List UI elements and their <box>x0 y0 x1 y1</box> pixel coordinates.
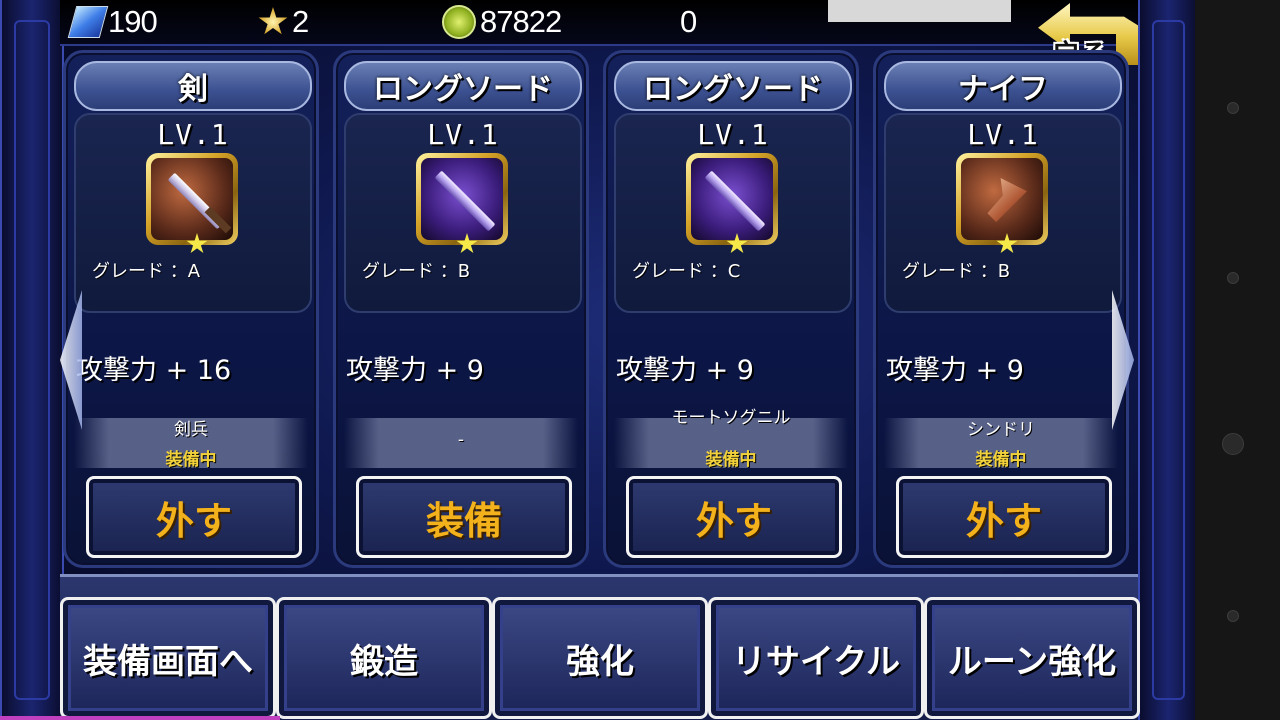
longsword-icon <box>691 158 773 240</box>
card-grade: グレード ：A <box>92 261 201 282</box>
gem-counter: 190 <box>67 2 158 42</box>
card-title: ナイフ <box>884 61 1122 111</box>
home-button-icon[interactable] <box>1222 433 1244 455</box>
card-level: LV.1 <box>427 118 499 151</box>
system-nav-bar <box>1195 0 1280 720</box>
left-frame-ornament <box>0 0 64 720</box>
divider <box>0 716 280 720</box>
equipment-card[interactable]: ロングソード LV.1 グレード ：B 攻撃力 + 9 - 装備 <box>333 50 589 568</box>
item-icon-frame <box>146 153 238 245</box>
card-attack: 攻撃力 + 9 <box>616 355 754 386</box>
coin-counter: 87822 <box>442 2 562 42</box>
owner-band: - <box>344 418 578 468</box>
card-info-panel: LV.1 グレード ：A <box>74 113 312 313</box>
card-info-panel: LV.1 グレード ：B <box>884 113 1122 313</box>
card-grade: グレード ：B <box>362 261 471 282</box>
card-info-panel: LV.1 グレード ：C <box>614 113 852 313</box>
card-attack: 攻撃力 + 16 <box>76 355 232 386</box>
card-attack: 攻撃力 + 9 <box>346 355 484 386</box>
owner-name: シンドリ <box>967 420 1035 440</box>
owner-name: 剣兵 <box>174 420 208 440</box>
item-icon-frame <box>416 153 508 245</box>
card-grade: グレード ：B <box>902 261 1011 282</box>
equip-status: 装備中 <box>705 450 757 470</box>
coin-count: 87822 <box>480 4 562 39</box>
item-icon-frame <box>686 153 778 245</box>
card-info-panel: LV.1 グレード ：B <box>344 113 582 313</box>
equipment-card[interactable]: ナイフ LV.1 グレード ：B 攻撃力 + 9 シンドリ 装備中 外す <box>873 50 1129 568</box>
overlay-box <box>828 0 1011 22</box>
card-title: ロングソード <box>614 61 852 111</box>
owner-name: - <box>457 430 465 450</box>
nav-dot-icon <box>1227 272 1239 284</box>
equip-status: 装備中 <box>165 450 217 470</box>
extra-count: 0 <box>680 4 697 39</box>
unequip-button[interactable]: 外す <box>626 476 842 558</box>
knife-icon <box>961 158 1043 240</box>
forge-button[interactable]: 鍛造 <box>276 597 492 719</box>
card-title: ロングソード <box>344 61 582 111</box>
nav-dot-icon <box>1227 102 1239 114</box>
equipment-screen-button[interactable]: 装備画面へ <box>60 597 276 719</box>
recycle-button[interactable]: リサイクル <box>708 597 924 719</box>
game-screen: 190 2 87822 0 戻る 剣 LV.1 グレード ：A <box>0 0 1195 720</box>
equipment-card[interactable]: ロングソード LV.1 グレード ：C 攻撃力 + 9 モートソグニル 装備中 … <box>603 50 859 568</box>
medal-counter: 2 <box>258 2 309 42</box>
coin-icon <box>442 5 476 39</box>
equip-status: 装備中 <box>975 450 1027 470</box>
owner-band: モートソグニル 装備中 <box>614 410 848 470</box>
medal-count: 2 <box>292 4 309 39</box>
right-frame-ornament <box>1138 0 1195 720</box>
card-grade: グレード ：C <box>632 261 741 282</box>
card-level: LV.1 <box>697 118 769 151</box>
unequip-button[interactable]: 外す <box>896 476 1112 558</box>
gem-icon <box>67 6 109 38</box>
extra-counter: 0 <box>680 2 697 42</box>
card-level: LV.1 <box>157 118 229 151</box>
item-icon-frame <box>956 153 1048 245</box>
equipment-card[interactable]: 剣 LV.1 グレード ：A 攻撃力 + 16 剣兵 装備中 外す <box>63 50 319 568</box>
rune-enhance-button[interactable]: ルーン強化 <box>924 597 1140 719</box>
equip-button[interactable]: 装備 <box>356 476 572 558</box>
owner-band: シンドリ 装備中 <box>884 418 1118 470</box>
enhance-button[interactable]: 強化 <box>492 597 708 719</box>
card-title: 剣 <box>74 61 312 111</box>
owner-band: 剣兵 装備中 <box>74 418 308 470</box>
owner-name: モートソグニル <box>671 408 791 428</box>
card-level: LV.1 <box>967 118 1039 151</box>
nav-dot-icon <box>1227 610 1239 622</box>
medal-icon <box>258 7 288 35</box>
gem-count: 190 <box>108 4 158 39</box>
longsword-icon <box>421 158 503 240</box>
unequip-button[interactable]: 外す <box>86 476 302 558</box>
broadsword-icon <box>151 158 233 240</box>
card-attack: 攻撃力 + 9 <box>886 355 1024 386</box>
